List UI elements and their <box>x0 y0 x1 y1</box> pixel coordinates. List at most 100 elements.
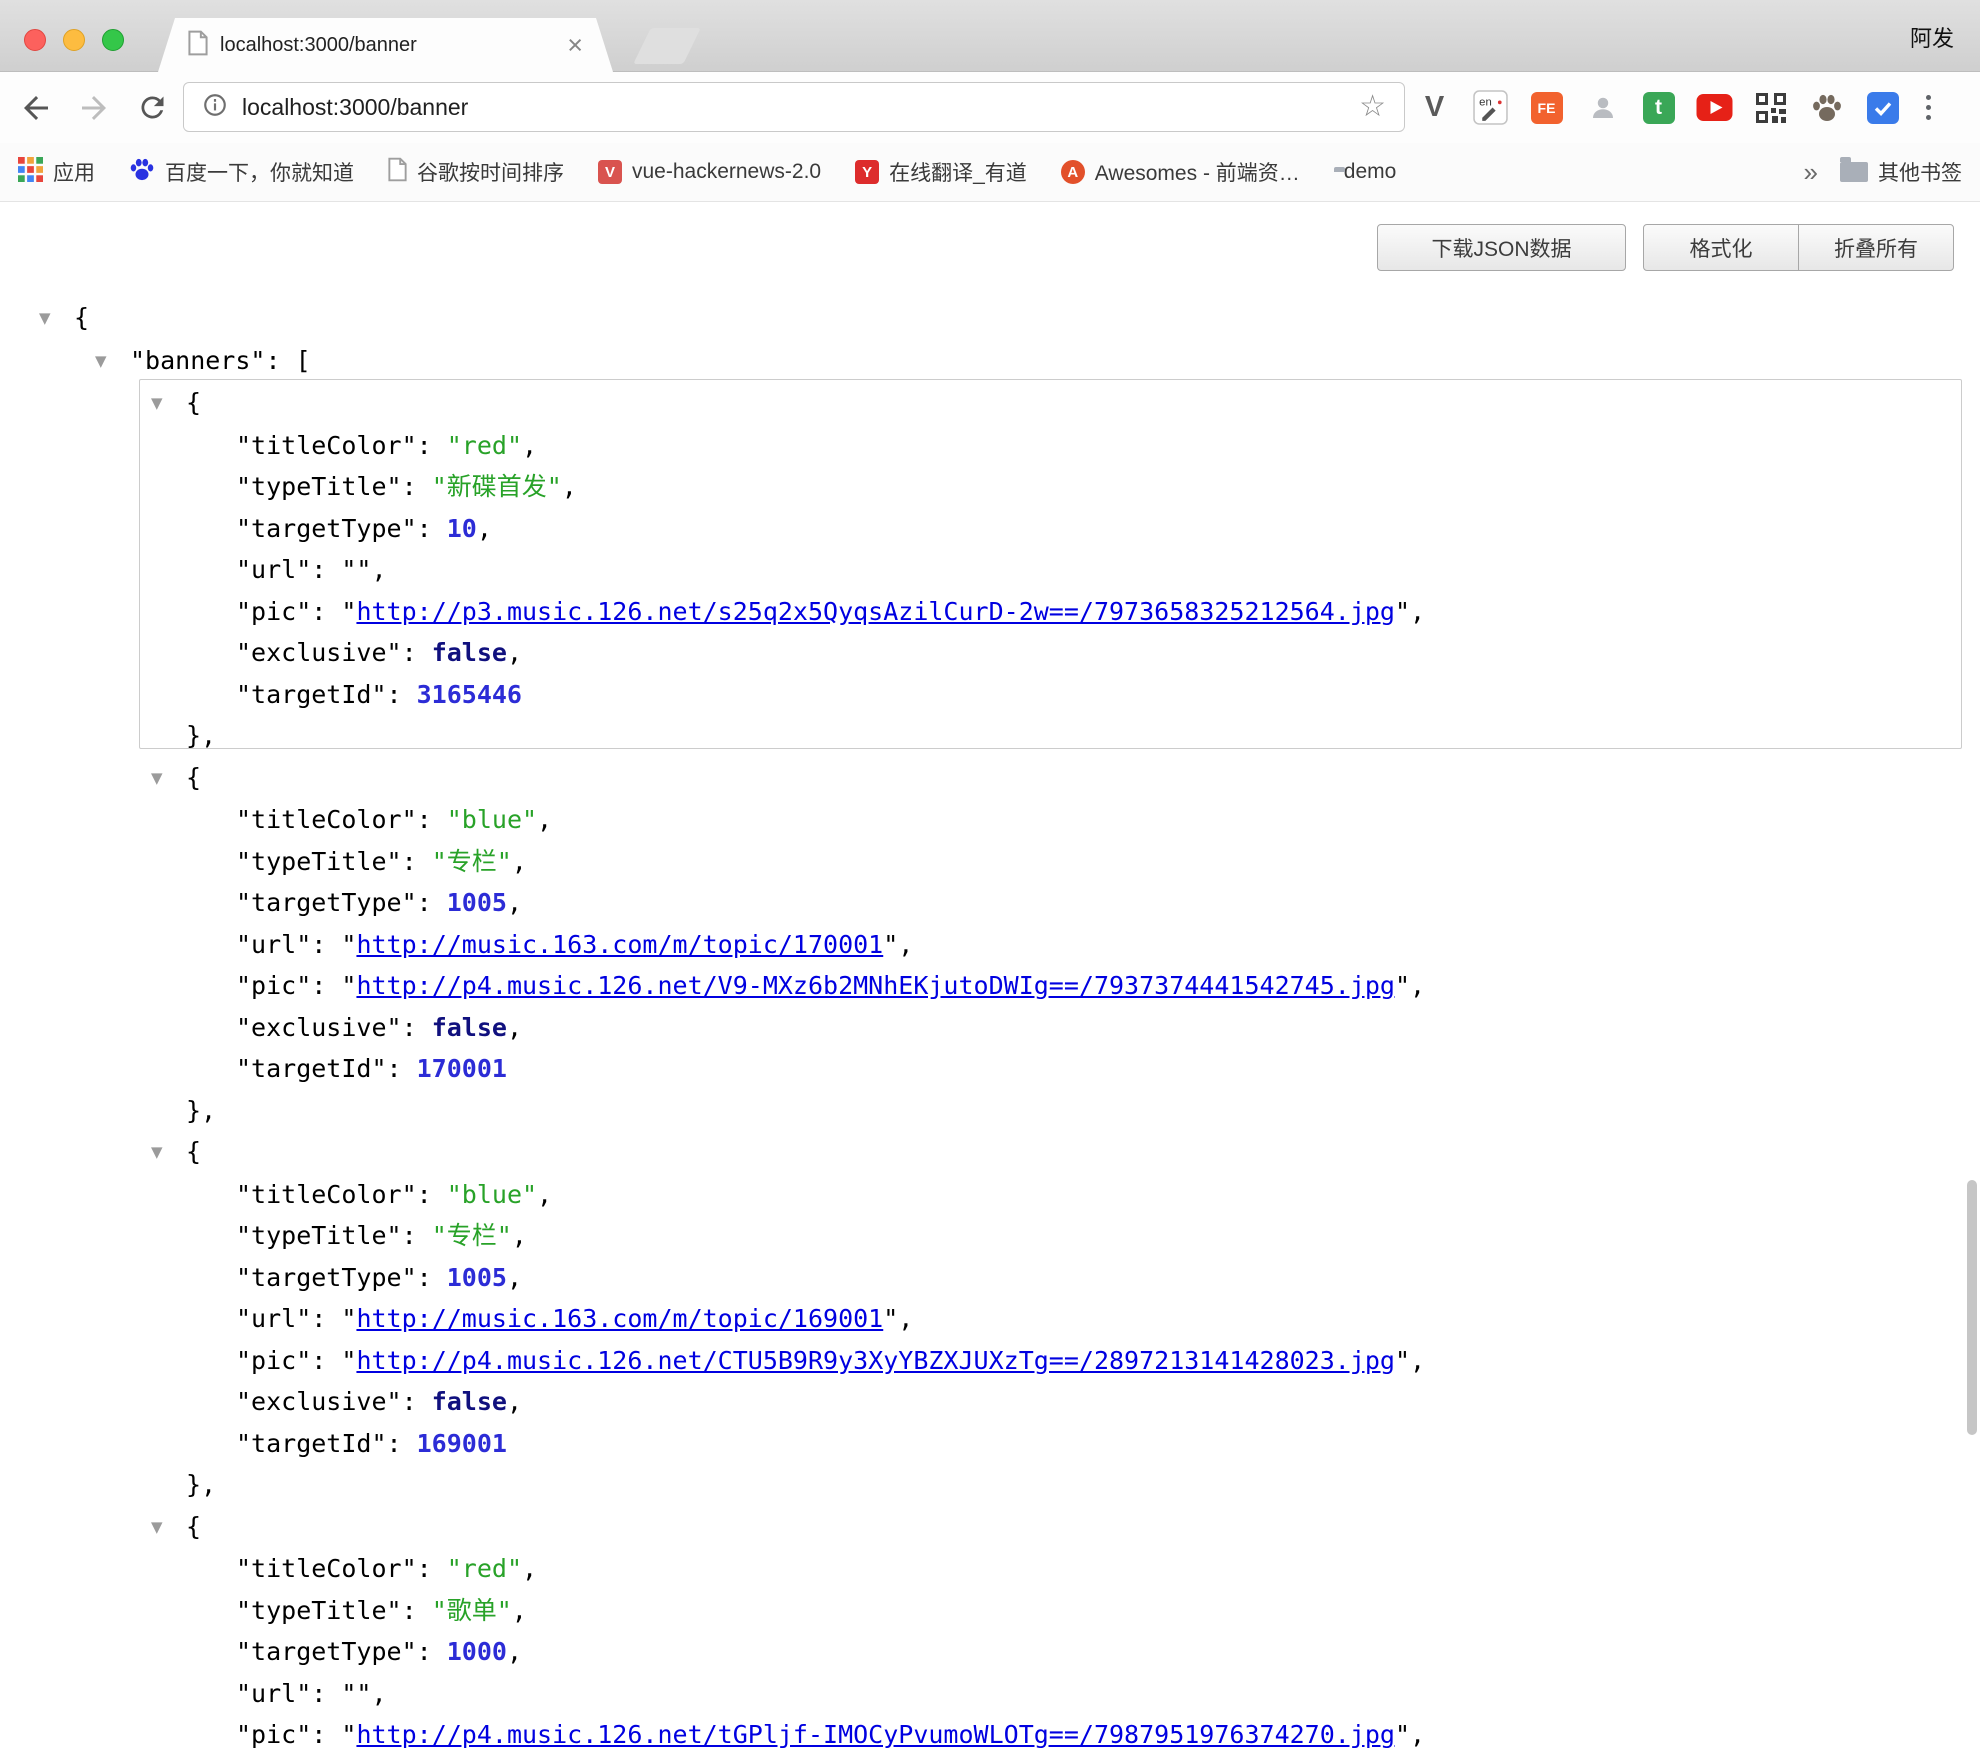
paw-blue-icon <box>129 157 155 188</box>
json-number: 1005 <box>447 1263 507 1292</box>
minimize-window-button[interactable] <box>63 29 85 51</box>
json-line: "url": "", <box>0 549 1980 591</box>
bookmark-item[interactable]: 谷歌按时间排序 <box>388 157 564 188</box>
bookmark-label: 百度一下，你就知道 <box>165 157 354 187</box>
json-link[interactable]: http://p4.music.126.net/tGPljf-IMOCyPvum… <box>356 1720 1395 1749</box>
vimium-icon[interactable]: V <box>1416 89 1453 126</box>
json-line: "url": "http://music.163.com/m/topic/170… <box>0 924 1980 966</box>
bookmark-label: demo <box>1344 160 1397 184</box>
forward-button[interactable] <box>74 88 114 128</box>
zoom-window-button[interactable] <box>102 29 124 51</box>
apps-grid-icon <box>18 157 43 188</box>
json-link[interactable]: http://music.163.com/m/topic/169001 <box>356 1304 883 1333</box>
json-string: "blue" <box>447 1180 537 1209</box>
json-number: 1000 <box>447 1637 507 1666</box>
bookmark-label: 在线翻译_有道 <box>889 157 1027 187</box>
json-line: "url": "http://music.163.com/m/topic/169… <box>0 1298 1980 1340</box>
json-string: "red" <box>447 1554 522 1583</box>
org-person-icon[interactable] <box>1584 89 1621 126</box>
reload-button[interactable] <box>132 88 172 128</box>
youtube-icon[interactable] <box>1696 89 1733 126</box>
window-controls <box>24 29 124 51</box>
json-number: 10 <box>447 514 477 543</box>
close-window-button[interactable] <box>24 29 46 51</box>
bookmark-item[interactable]: Y在线翻译_有道 <box>855 157 1027 187</box>
bookmark-item[interactable]: Vvue-hackernews-2.0 <box>598 160 821 184</box>
browser-menu-icon[interactable] <box>1920 95 1937 120</box>
collapse-toggle-icon[interactable]: ▼ <box>39 298 74 340</box>
v-red-icon: V <box>598 160 622 184</box>
collapse-toggle-icon[interactable]: ▼ <box>95 341 130 383</box>
json-line: "typeTitle": "专栏", <box>0 1215 1980 1257</box>
tab-title: localhost:3000/banner <box>220 34 557 57</box>
json-line: "typeTitle": "歌单", <box>0 1590 1980 1632</box>
json-line: "targetType": 1005, <box>0 882 1980 924</box>
json-line: "titleColor": "blue", <box>0 1174 1980 1216</box>
other-bookmarks-button[interactable]: 其他书签 <box>1840 157 1962 187</box>
scrollbar-thumb[interactable] <box>1967 1180 1977 1435</box>
url-text[interactable]: localhost:3000/banner <box>242 94 468 121</box>
address-bar[interactable]: localhost:3000/banner ☆ <box>183 82 1405 132</box>
json-link[interactable]: http://p3.music.126.net/s25q2x5QyqsAzilC… <box>356 597 1395 626</box>
svg-text:en: en <box>1479 96 1492 108</box>
browser-tab[interactable]: localhost:3000/banner × <box>158 18 613 72</box>
bookmark-star-icon[interactable]: ☆ <box>1359 92 1386 122</box>
shield-check-icon[interactable] <box>1864 89 1901 126</box>
tampermonkey-icon[interactable]: t <box>1640 89 1677 126</box>
json-line: }, <box>0 715 1980 757</box>
json-number: 170001 <box>417 1054 507 1083</box>
info-icon[interactable] <box>202 92 228 123</box>
bookmark-item[interactable]: 应用 <box>18 157 95 188</box>
collapse-all-button[interactable]: 折叠所有 <box>1798 224 1954 271</box>
bookmark-item[interactable]: AAwesomes - 前端资… <box>1061 157 1300 187</box>
format-button[interactable]: 格式化 <box>1643 224 1799 271</box>
navigation-toolbar: localhost:3000/banner ☆ Ven FE t <box>0 72 1980 143</box>
collapse-toggle-icon[interactable]: ▼ <box>151 383 186 425</box>
qr-code-icon[interactable] <box>1752 89 1789 126</box>
json-line: ▼"banners": [ <box>0 340 1980 383</box>
json-line: "exclusive": false, <box>0 1007 1980 1049</box>
json-line: ▼{ <box>0 1506 1980 1549</box>
bookmark-item[interactable]: 百度一下，你就知道 <box>129 157 354 188</box>
new-tab-button[interactable] <box>633 28 701 64</box>
a-circle-icon: A <box>1061 160 1085 184</box>
download-json-button[interactable]: 下载JSON数据 <box>1377 224 1626 271</box>
bookmarks-overflow-chevron[interactable]: » <box>1804 157 1818 188</box>
collapse-toggle-icon[interactable]: ▼ <box>151 1132 186 1174</box>
json-string: "专栏" <box>432 1221 512 1250</box>
bookmark-label: 谷歌按时间排序 <box>417 157 564 187</box>
json-line: "pic": "http://p4.music.126.net/tGPljf-I… <box>0 1714 1980 1754</box>
back-button[interactable] <box>16 88 56 128</box>
json-line: "targetType": 10, <box>0 508 1980 550</box>
collapse-toggle-icon[interactable]: ▼ <box>151 1507 186 1549</box>
extension-icons-row: Ven FE t <box>1416 72 1937 143</box>
json-line: "exclusive": false, <box>0 632 1980 674</box>
json-tree: ▼{▼"banners": [▼{"titleColor": "red","ty… <box>0 297 1980 1754</box>
json-line: }, <box>0 1464 1980 1506</box>
json-line: "targetType": 1005, <box>0 1257 1980 1299</box>
profile-name[interactable]: 阿发 <box>1910 21 1954 53</box>
tab-strip: localhost:3000/banner × 阿发 <box>0 0 1980 72</box>
json-line: "targetId": 169001 <box>0 1423 1980 1465</box>
folder-icon <box>1840 162 1868 182</box>
json-line: ▼{ <box>0 382 1980 425</box>
bookmark-item[interactable]: demo <box>1334 160 1397 184</box>
other-bookmarks-label: 其他书签 <box>1878 157 1962 187</box>
json-line: "targetType": 1000, <box>0 1631 1980 1673</box>
json-line: "titleColor": "red", <box>0 1548 1980 1590</box>
tab-close-icon[interactable]: × <box>567 32 583 59</box>
json-line: "pic": "http://p3.music.126.net/s25q2x5Q… <box>0 591 1980 633</box>
translate-icon[interactable]: en <box>1472 89 1509 126</box>
collapse-toggle-icon[interactable]: ▼ <box>151 758 186 800</box>
json-link[interactable]: http://p4.music.126.net/V9-MXz6b2MNhEKju… <box>356 971 1395 1000</box>
fe-extension-icon[interactable]: FE <box>1528 89 1565 126</box>
json-line: "typeTitle": "专栏", <box>0 841 1980 883</box>
json-boolean: false <box>432 638 507 667</box>
json-line: "titleColor": "red", <box>0 425 1980 467</box>
paw-icon[interactable] <box>1808 89 1845 126</box>
json-link[interactable]: http://p4.music.126.net/CTU5B9R9y3XyYBZX… <box>356 1346 1395 1375</box>
json-link[interactable]: http://music.163.com/m/topic/170001 <box>356 930 883 959</box>
json-line: "targetId": 3165446 <box>0 674 1980 716</box>
bookmark-label: vue-hackernews-2.0 <box>632 160 821 184</box>
json-line: "targetId": 170001 <box>0 1048 1980 1090</box>
